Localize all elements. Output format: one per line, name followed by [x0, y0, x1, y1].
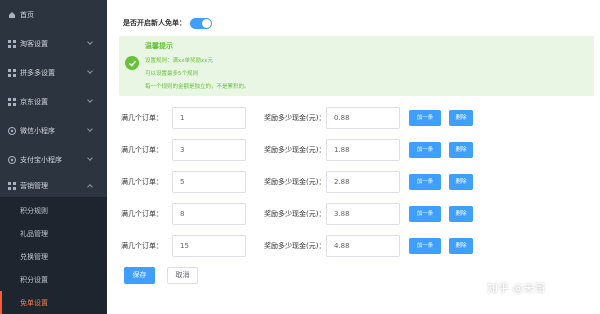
reward-input[interactable]: 2.88: [326, 171, 400, 193]
orders-input[interactable]: 1: [172, 107, 246, 129]
tip-alert: 温馨提示 设置规则：满xx单奖励xx元 可以设置最多5个规则 每一个规则的金额是…: [119, 36, 594, 96]
sidebar-item-label: 支付宝小程序: [20, 155, 62, 164]
grid-icon: [8, 97, 16, 106]
reward-input[interactable]: 4.88: [326, 235, 400, 257]
sidebar-item-wechat[interactable]: 微信小程序: [0, 116, 107, 145]
grid-icon: [8, 181, 16, 190]
sidebar-item-home[interactable]: 首页: [0, 0, 107, 29]
orders-input[interactable]: 8: [172, 203, 246, 225]
reward-input[interactable]: 1.88: [326, 139, 400, 161]
sidebar-item-label: 首页: [20, 10, 34, 19]
add-rule-button[interactable]: 加一条: [409, 142, 441, 158]
submenu-item-label: 免单设置: [20, 299, 48, 307]
reward-label: 奖励多少现金(元)：: [264, 210, 326, 218]
submenu-item-label: 兑换管理: [20, 253, 48, 261]
home-icon: [8, 11, 16, 19]
add-rule-button[interactable]: 加一条: [409, 238, 441, 254]
app-window: 首页 淘客设置 拼多多设置 京东设置 微信小程序 支付宝小程序 营销管理 积分规…: [0, 0, 600, 314]
watermark: 知乎 @米哥: [487, 282, 546, 295]
tip-line: 设置规则：满xx单奖励xx元: [145, 58, 214, 64]
tip-line: 可以设置最多5个规则: [145, 71, 198, 77]
new-user-free-switch[interactable]: [190, 17, 212, 29]
orders-label: 满几个订单：: [121, 210, 163, 218]
orders-label: 满几个订单：: [121, 178, 163, 186]
rule-row: 满几个订单： 3 奖励多少现金(元)： 1.88 加一条 删除: [107, 139, 600, 161]
sidebar: 首页 淘客设置 拼多多设置 京东设置 微信小程序 支付宝小程序 营销管理 积分规…: [0, 0, 107, 314]
sidebar-item-label: 京东设置: [20, 97, 48, 106]
submenu-item-points-rules[interactable]: 积分规则: [0, 199, 107, 222]
chevron-down-icon: [87, 126, 93, 132]
rule-row: 满几个订单： 1 奖励多少现金(元)： 0.88 加一条 删除: [107, 107, 600, 129]
cancel-button[interactable]: 取消: [167, 267, 198, 284]
marketing-submenu: 积分规则 礼品管理 兑换管理 积分设置 免单设置: [0, 197, 107, 314]
submenu-item-points-settings[interactable]: 积分设置: [0, 268, 107, 291]
orders-label: 满几个订单：: [121, 146, 163, 154]
chevron-up-icon: [87, 184, 93, 190]
sidebar-item-label: 营销管理: [20, 181, 48, 190]
submenu-item-free-order[interactable]: 免单设置: [0, 291, 107, 314]
delete-rule-button[interactable]: 删除: [449, 174, 473, 190]
submenu-item-gifts[interactable]: 礼品管理: [0, 222, 107, 245]
submenu-item-label: 积分设置: [20, 276, 48, 284]
sidebar-item-label: 微信小程序: [20, 126, 55, 135]
orders-input[interactable]: 3: [172, 139, 246, 161]
grid-icon: [8, 68, 16, 77]
chevron-down-icon: [87, 39, 93, 45]
reward-input[interactable]: 3.88: [326, 203, 400, 225]
rule-row: 满几个订单： 15 奖励多少现金(元)： 4.88 加一条 删除: [107, 235, 600, 257]
wechat-icon: [8, 126, 16, 135]
delete-rule-button[interactable]: 删除: [449, 142, 473, 158]
rule-row: 满几个订单： 8 奖励多少现金(元)： 3.88 加一条 删除: [107, 203, 600, 225]
reward-label: 奖励多少现金(元)：: [264, 114, 326, 122]
reward-label: 奖励多少现金(元)：: [264, 178, 326, 186]
delete-rule-button[interactable]: 删除: [449, 110, 473, 126]
orders-label: 满几个订单：: [121, 114, 163, 122]
orders-input[interactable]: 15: [172, 235, 246, 257]
save-button[interactable]: 保存: [124, 267, 155, 284]
submenu-item-label: 积分规则: [20, 207, 48, 215]
chevron-down-icon: [87, 97, 93, 103]
add-rule-button[interactable]: 加一条: [409, 110, 441, 126]
alipay-icon: [8, 155, 16, 164]
grid-icon: [8, 39, 16, 48]
chevron-down-icon: [87, 68, 93, 74]
sidebar-item-alipay[interactable]: 支付宝小程序: [0, 145, 107, 174]
orders-input[interactable]: 5: [172, 171, 246, 193]
new-user-free-toggle-row: 是否开启新人免单：: [123, 16, 212, 30]
sidebar-item-label: 淘客设置: [20, 39, 48, 48]
submenu-item-exchange[interactable]: 兑换管理: [0, 245, 107, 268]
chevron-down-icon: [87, 155, 93, 161]
check-circle-icon: [125, 56, 139, 70]
orders-label: 满几个订单：: [121, 242, 163, 250]
delete-rule-button[interactable]: 删除: [449, 238, 473, 254]
reward-label: 奖励多少现金(元)：: [264, 242, 326, 250]
tip-line: 每一个规则的金额是独立的，不是累积的。: [145, 84, 250, 90]
main-content: 是否开启新人免单： 温馨提示 设置规则：满xx单奖励xx元 可以设置最多5个规则…: [107, 0, 600, 314]
sidebar-item-jd[interactable]: 京东设置: [0, 87, 107, 116]
sidebar-item-pinduoduo[interactable]: 拼多多设置: [0, 58, 107, 87]
sidebar-item-label: 拼多多设置: [20, 68, 55, 77]
sidebar-item-marketing[interactable]: 营销管理: [0, 171, 107, 200]
toggle-label: 是否开启新人免单：: [123, 19, 186, 27]
tip-title: 温馨提示: [145, 42, 173, 50]
rule-row: 满几个订单： 5 奖励多少现金(元)： 2.88 加一条 删除: [107, 171, 600, 193]
delete-rule-button[interactable]: 删除: [449, 206, 473, 222]
submenu-item-label: 礼品管理: [20, 230, 48, 238]
add-rule-button[interactable]: 加一条: [409, 174, 441, 190]
sidebar-item-taoke[interactable]: 淘客设置: [0, 29, 107, 58]
add-rule-button[interactable]: 加一条: [409, 206, 441, 222]
reward-input[interactable]: 0.88: [326, 107, 400, 129]
reward-label: 奖励多少现金(元)：: [264, 146, 326, 154]
